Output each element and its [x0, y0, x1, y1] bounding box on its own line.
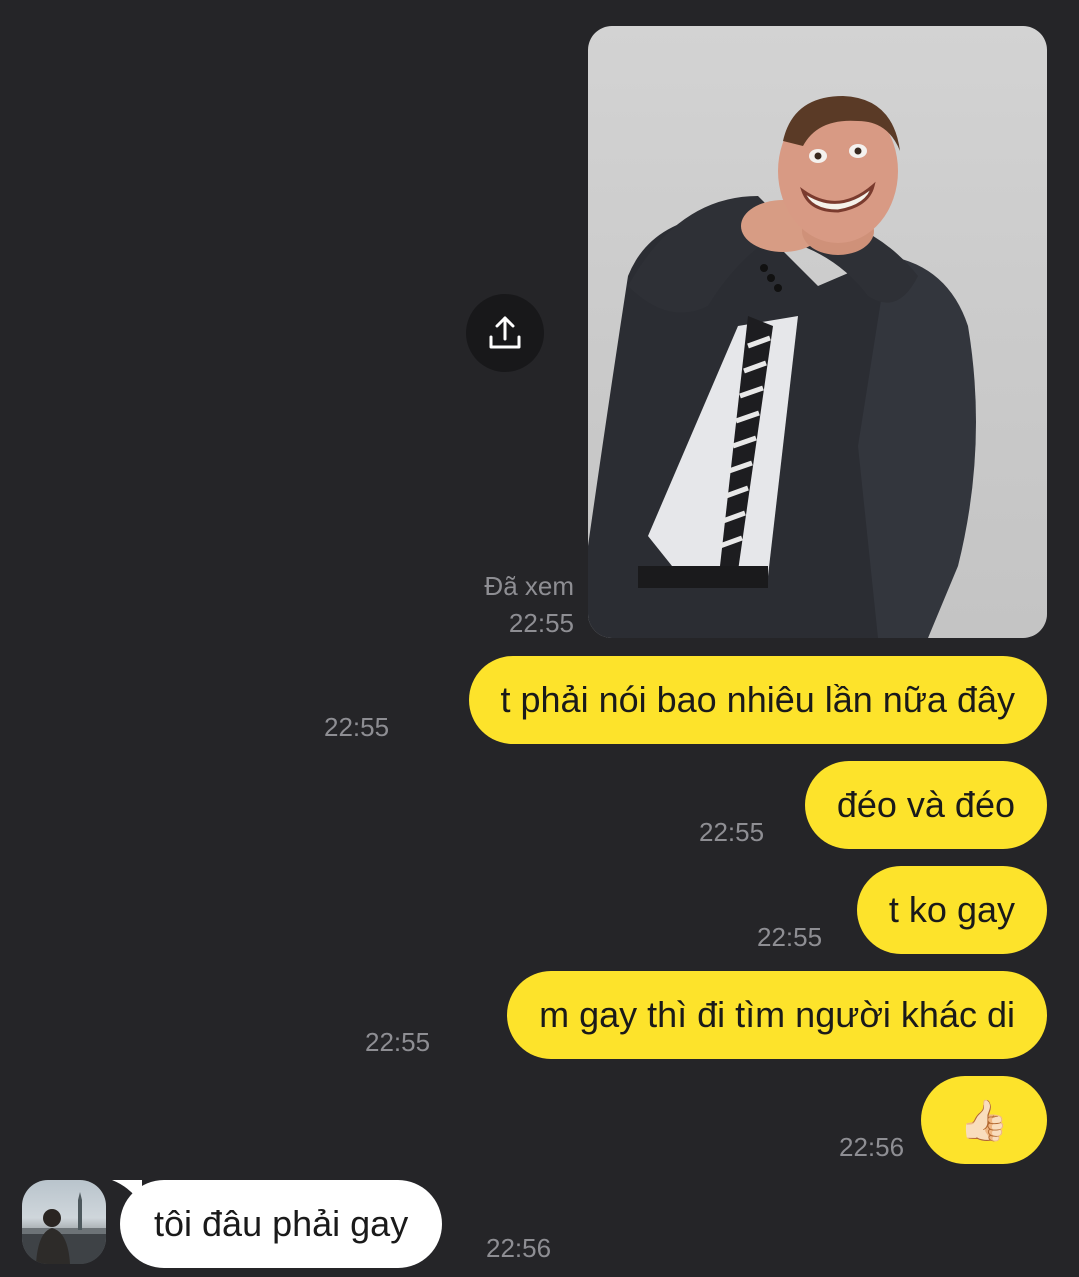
outgoing-message-emoji[interactable]: 👍🏻: [921, 1076, 1047, 1164]
message-time: 22:56: [839, 1132, 905, 1162]
message-text: m gay thì đi tìm người khác di: [539, 994, 1015, 1035]
message-time: 22:55: [699, 817, 765, 847]
user-avatar[interactable]: [22, 1180, 106, 1264]
message-time: 22:55: [365, 1027, 431, 1057]
message-time: 22:56: [486, 1233, 552, 1263]
photo-message[interactable]: [588, 26, 1047, 638]
message-text: t ko gay: [888, 889, 1015, 930]
outgoing-message[interactable]: t phải nói bao nhiêu lần nữa đây: [468, 656, 1047, 744]
avatar-image: [22, 1192, 106, 1264]
incoming-bubble-tail: [112, 1180, 142, 1206]
message-time: 22:55: [324, 712, 390, 742]
photo-content: [588, 96, 976, 638]
share-button[interactable]: [466, 294, 544, 372]
message-text: tôi đâu phải gay: [154, 1203, 409, 1244]
message-text: t phải nói bao nhiêu lần nữa đây: [500, 679, 1016, 720]
thumbs-up-emoji: 👍🏻: [959, 1098, 1009, 1143]
outgoing-message[interactable]: t ko gay: [856, 866, 1047, 954]
outgoing-message[interactable]: m gay thì đi tìm người khác di: [507, 971, 1047, 1059]
read-receipt-label: Đã xem: [484, 571, 574, 601]
outgoing-message[interactable]: đéo và đéo: [804, 761, 1047, 849]
read-receipt-time: 22:55: [508, 608, 574, 638]
message-text: đéo và đéo: [836, 784, 1015, 825]
message-time: 22:55: [757, 922, 823, 952]
incoming-message[interactable]: tôi đâu phải gay: [120, 1180, 443, 1268]
upload-share-icon: [489, 316, 521, 349]
